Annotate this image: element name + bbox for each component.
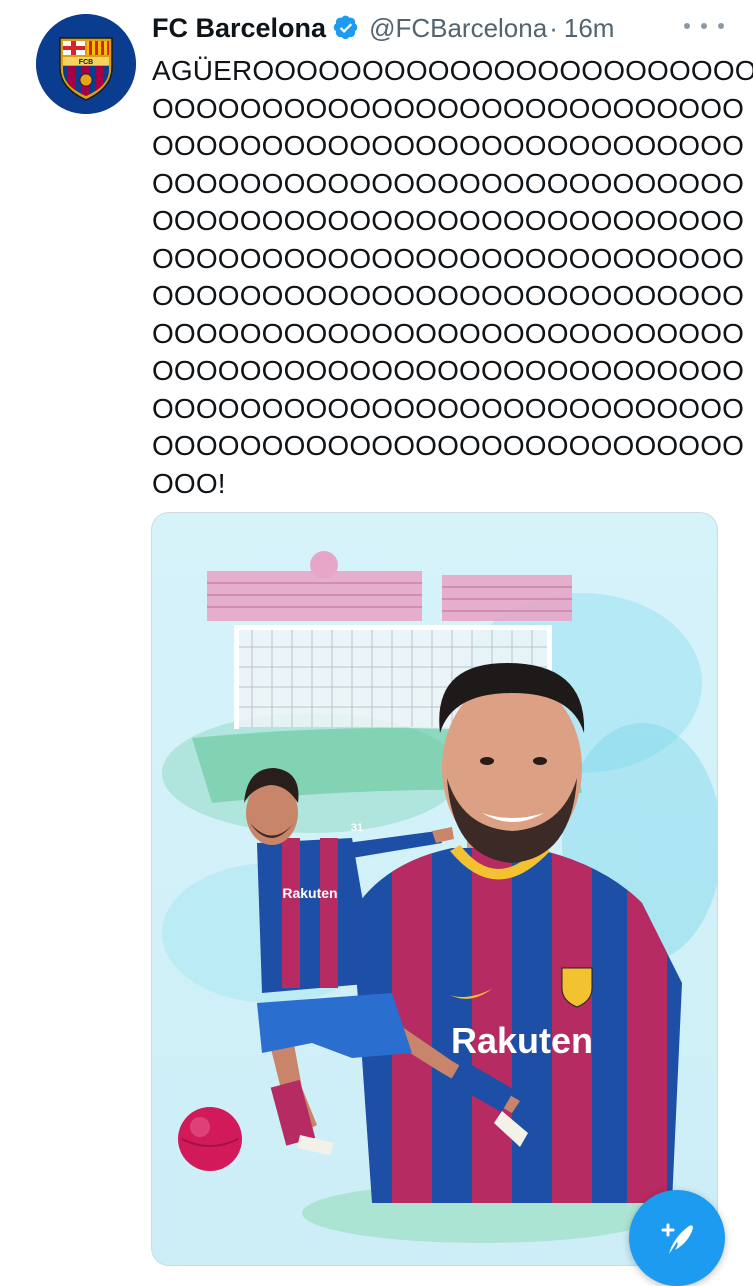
compose-tweet-icon <box>661 1223 693 1254</box>
tweet-timestamp[interactable]: 16m <box>564 13 615 44</box>
tweet-media-image[interactable]: Rakuten Rakuten 31 <box>151 512 718 1266</box>
compose-tweet-button[interactable] <box>629 1190 725 1286</box>
football <box>178 1107 242 1171</box>
tweet-text-line: OOOOOOOOOOOOOOOOOOOOOOOOOOO <box>152 242 745 274</box>
more-dot <box>684 23 690 29</box>
more-dot <box>718 23 724 29</box>
more-dot <box>701 23 707 29</box>
author-name[interactable]: FC Barcelona <box>152 13 326 44</box>
more-options-icon[interactable] <box>684 14 724 38</box>
crest-text: FCB <box>79 59 93 66</box>
illustration: Rakuten Rakuten 31 <box>152 513 717 1265</box>
tweet-text-line: AGÜEROOOOOOOOOOOOOOOOOOOOOOO <box>152 55 753 86</box>
small-jersey-sponsor: Rakuten <box>282 885 337 901</box>
tweet-header: FC Barcelona @FCBarcelona · 16m <box>152 10 614 46</box>
profile-avatar[interactable]: FCB <box>36 14 136 114</box>
jersey-sponsor: Rakuten <box>451 1020 593 1061</box>
tweet-text-line: OOO! <box>152 467 226 499</box>
tweet-text-line: OOOOOOOOOOOOOOOOOOOOOOOOOOO <box>152 92 745 124</box>
tweet-text-line: OOOOOOOOOOOOOOOOOOOOOOOOOOO <box>152 205 745 236</box>
verified-badge-icon <box>333 15 359 41</box>
tweet-text-line: OOOOOOOOOOOOOOOOOOOOOOOOOOO <box>152 392 745 424</box>
tweet-text-line: OOOOOOOOOOOOOOOOOOOOOOOOOOO <box>152 280 745 311</box>
tweet-text-line: OOOOOOOOOOOOOOOOOOOOOOOOOOO <box>152 317 745 349</box>
fcb-crest-icon: FCB <box>36 14 136 114</box>
author-handle[interactable]: @FCBarcelona <box>369 13 547 44</box>
header-separator: · <box>549 12 558 43</box>
tweet-text-line: OOOOOOOOOOOOOOOOOOOOOOOOOOO <box>152 430 745 461</box>
tweet-text: AGÜEROOOOOOOOOOOOOOOOOOOOOOO OOOOOOOOOOO… <box>152 52 753 502</box>
shirt-number: 31 <box>351 822 363 834</box>
tweet-text-line: OOOOOOOOOOOOOOOOOOOOOOOOOOO <box>152 167 745 199</box>
tweet-text-line: OOOOOOOOOOOOOOOOOOOOOOOOOOO <box>152 355 745 386</box>
tweet-text-line: OOOOOOOOOOOOOOOOOOOOOOOOOOO <box>152 130 745 161</box>
